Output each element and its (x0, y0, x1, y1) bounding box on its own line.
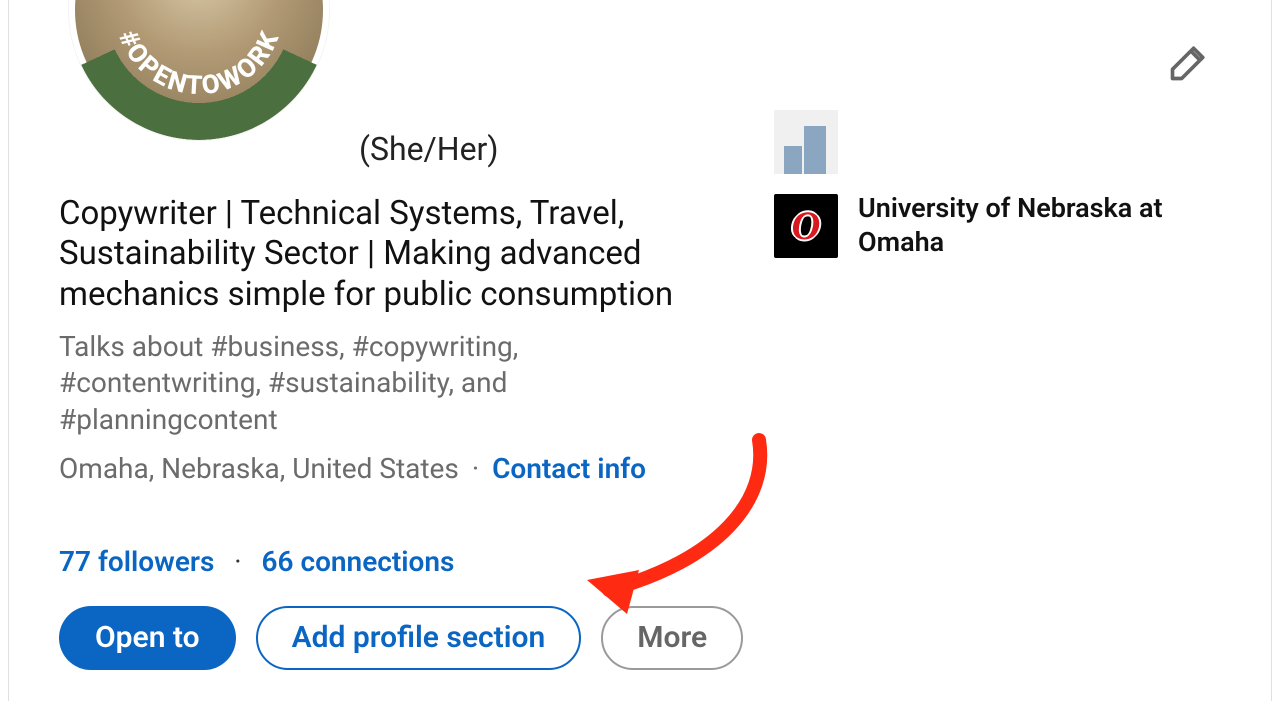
school-logo-icon: O (774, 194, 838, 258)
contact-info-link[interactable]: Contact info (492, 452, 646, 485)
company-logo-icon (774, 110, 838, 174)
more-button[interactable]: More (601, 606, 743, 670)
add-profile-section-button[interactable]: Add profile section (256, 606, 582, 670)
action-buttons: Open to Add profile section More (59, 606, 759, 670)
talks-about: Talks about #business, #copywriting, #co… (59, 329, 659, 438)
profile-avatar[interactable]: #OPENTOWORK (69, 0, 329, 140)
edit-profile-button[interactable] (1167, 40, 1211, 84)
profile-card: #OPENTOWORK (She/Her) Copywriter | Techn… (8, 0, 1272, 701)
location-text: Omaha, Nebraska, United States (59, 452, 459, 485)
experience-education-column: O University of Nebraska at Omaha (774, 110, 1234, 278)
education-item[interactable]: O University of Nebraska at Omaha (774, 192, 1234, 260)
school-name: University of Nebraska at Omaha (858, 192, 1234, 260)
location-row: Omaha, Nebraska, United States · Contact… (59, 452, 759, 485)
stats-row: 77 followers · 66 connections (59, 545, 759, 578)
followers-link[interactable]: 77 followers (59, 545, 214, 578)
company-item[interactable] (774, 110, 1234, 174)
pronouns: (She/Her) (359, 130, 759, 168)
avatar-image (69, 0, 329, 140)
open-to-button[interactable]: Open to (59, 606, 236, 670)
connections-link[interactable]: 66 connections (262, 545, 455, 578)
separator: · (227, 545, 248, 578)
pencil-icon (1167, 40, 1211, 84)
separator: · (472, 452, 479, 485)
profile-headline: Copywriter | Technical Systems, Travel, … (59, 194, 699, 315)
